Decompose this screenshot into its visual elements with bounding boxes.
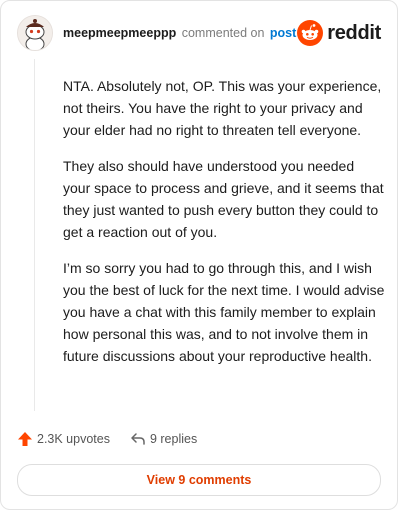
reply-count: 9 replies [149, 432, 198, 446]
action-text: commented on [181, 26, 265, 40]
upvote-arrow-icon [18, 432, 32, 446]
comment-card: meepmeepmeeppp commented on post reddit … [0, 0, 398, 510]
reddit-snoo-icon [297, 20, 324, 46]
upvote-button[interactable]: 2.3K upvotes [17, 431, 110, 447]
author-line: meepmeepmeeppp commented on post [63, 26, 296, 40]
post-link[interactable]: post [270, 26, 296, 40]
comment-paragraph-2: They also should have understood you nee… [63, 158, 384, 240]
comment-header: meepmeepmeeppp commented on post reddit [17, 15, 381, 51]
thread-line [34, 59, 35, 411]
author-name[interactable]: meepmeepmeeppp [63, 26, 176, 40]
reply-arrow-icon [131, 433, 145, 445]
view-comments-button[interactable]: View 9 comments [17, 464, 381, 496]
comment-actions: 2.3K upvotes 9 replies [17, 429, 217, 449]
comment-body: NTA. Absolutely not, OP. This was your e… [63, 75, 385, 381]
reddit-wordmark: reddit [327, 21, 381, 44]
replies-button[interactable]: 9 replies [130, 431, 197, 447]
reddit-logo[interactable]: reddit [297, 19, 381, 47]
upvote-count: 2.3K upvotes [37, 432, 110, 446]
comment-paragraph-1: NTA. Absolutely not, OP. This was your e… [63, 78, 382, 138]
comment-paragraph-3: I’m so sorry you had to go through this,… [63, 260, 385, 364]
avatar[interactable] [17, 15, 53, 51]
avatar-snoo-icon [18, 16, 52, 50]
